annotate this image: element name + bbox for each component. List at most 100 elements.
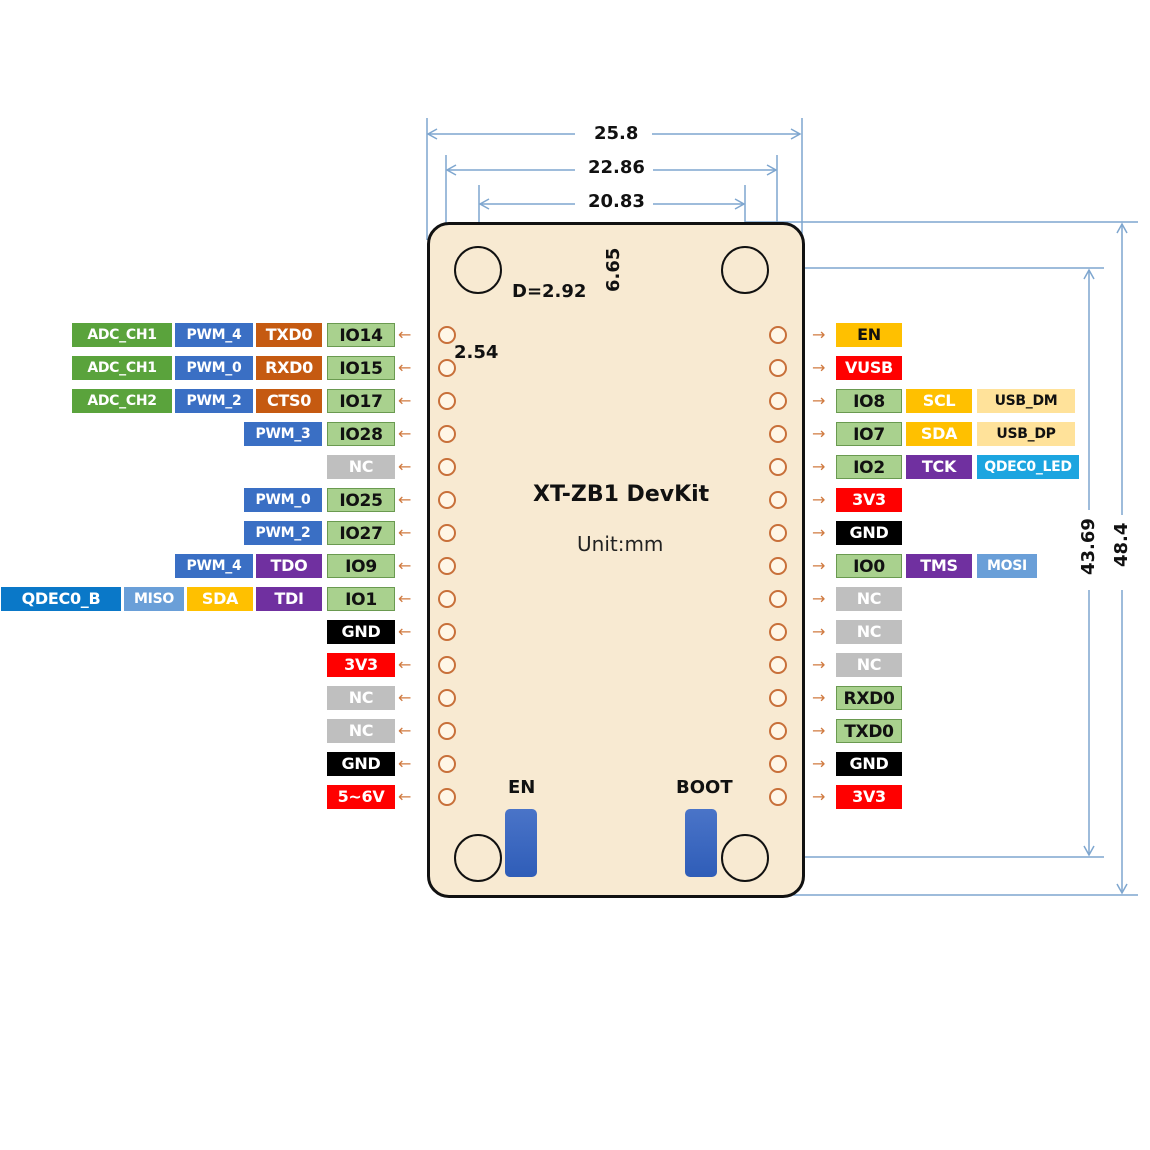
pin-function-usb-dm: USB_DM bbox=[977, 389, 1075, 413]
pin-hole bbox=[438, 491, 456, 509]
pin-label-nc[interactable]: NC bbox=[327, 455, 395, 479]
pin-hole bbox=[438, 689, 456, 707]
mounting-hole-bottom-right bbox=[721, 834, 769, 882]
pin-function-rxd0: RXD0 bbox=[256, 356, 322, 380]
mounting-hole-top-right bbox=[721, 246, 769, 294]
pin-label-io15[interactable]: IO15 bbox=[327, 356, 395, 380]
pin-label-en[interactable]: EN bbox=[836, 323, 902, 347]
arrow-right-icon: → bbox=[812, 523, 826, 542]
pin-hole bbox=[438, 326, 456, 344]
pin-function-sda: SDA bbox=[906, 422, 972, 446]
unit-label: Unit:mm bbox=[577, 532, 664, 556]
pin-hole bbox=[438, 722, 456, 740]
pin-function-tdo: TDO bbox=[256, 554, 322, 578]
arrow-left-icon: ← bbox=[398, 556, 412, 575]
pin-label-io1[interactable]: IO1 bbox=[327, 587, 395, 611]
boot-button[interactable] bbox=[685, 809, 717, 877]
pin-label-3v3[interactable]: 3V3 bbox=[327, 653, 395, 677]
pin-label-io7[interactable]: IO7 bbox=[836, 422, 902, 446]
mounting-hole-top-left bbox=[454, 246, 502, 294]
pin-hole bbox=[438, 524, 456, 542]
pin-hole bbox=[438, 392, 456, 410]
pin-hole bbox=[769, 359, 787, 377]
pin-label-rxd0[interactable]: RXD0 bbox=[836, 686, 902, 710]
pin-label-nc[interactable]: NC bbox=[836, 653, 902, 677]
pin-label-io8[interactable]: IO8 bbox=[836, 389, 902, 413]
pin-label-gnd[interactable]: GND bbox=[836, 752, 902, 776]
arrow-left-icon: ← bbox=[398, 490, 412, 509]
pin-label-io0[interactable]: IO0 bbox=[836, 554, 902, 578]
pin-label-nc[interactable]: NC bbox=[836, 587, 902, 611]
pin-hole bbox=[438, 656, 456, 674]
en-button[interactable] bbox=[505, 809, 537, 877]
arrow-right-icon: → bbox=[812, 556, 826, 575]
arrow-left-icon: ← bbox=[398, 457, 412, 476]
arrow-left-icon: ← bbox=[398, 523, 412, 542]
arrow-left-icon: ← bbox=[398, 655, 412, 674]
pin-function-sda: SDA bbox=[187, 587, 253, 611]
pin-label-gnd[interactable]: GND bbox=[836, 521, 902, 545]
pin-function-cts0: CTS0 bbox=[256, 389, 322, 413]
arrow-right-icon: → bbox=[812, 490, 826, 509]
pin-label-vusb[interactable]: VUSB bbox=[836, 356, 902, 380]
pin-hole bbox=[769, 491, 787, 509]
arrow-left-icon: ← bbox=[398, 688, 412, 707]
arrow-right-icon: → bbox=[812, 457, 826, 476]
pin-function-qdec0-b: QDEC0_B bbox=[1, 587, 121, 611]
arrow-left-icon: ← bbox=[398, 358, 412, 377]
pin-label-nc[interactable]: NC bbox=[327, 719, 395, 743]
arrow-left-icon: ← bbox=[398, 721, 412, 740]
dim-height-holes: 43.69 bbox=[1078, 510, 1099, 583]
boot-button-label: BOOT bbox=[676, 777, 733, 798]
arrow-left-icon: ← bbox=[398, 391, 412, 410]
pin-label-io17[interactable]: IO17 bbox=[327, 389, 395, 413]
pin-function-tms: TMS bbox=[906, 554, 972, 578]
arrow-right-icon: → bbox=[812, 655, 826, 674]
pin-function-scl: SCL bbox=[906, 389, 972, 413]
dim-width-holes: 22.86 bbox=[580, 157, 653, 178]
arrow-left-icon: ← bbox=[398, 754, 412, 773]
pin-label-nc[interactable]: NC bbox=[836, 620, 902, 644]
pin-hole bbox=[769, 623, 787, 641]
dim-top-offset: 6.65 bbox=[603, 247, 624, 292]
pin-label-io27[interactable]: IO27 bbox=[327, 521, 395, 545]
arrow-right-icon: → bbox=[812, 721, 826, 740]
arrow-right-icon: → bbox=[812, 688, 826, 707]
pin-function-adc-ch1: ADC_CH1 bbox=[72, 323, 172, 347]
pin-label-gnd[interactable]: GND bbox=[327, 752, 395, 776]
pin-function-pwm-2: PWM_2 bbox=[175, 389, 253, 413]
pin-label-io9[interactable]: IO9 bbox=[327, 554, 395, 578]
pin-hole bbox=[769, 458, 787, 476]
pin-hole bbox=[438, 359, 456, 377]
pin-label-gnd[interactable]: GND bbox=[327, 620, 395, 644]
arrow-right-icon: → bbox=[812, 391, 826, 410]
arrow-left-icon: ← bbox=[398, 424, 412, 443]
arrow-left-icon: ← bbox=[398, 589, 412, 608]
pin-function-txd0: TXD0 bbox=[256, 323, 322, 347]
pin-hole bbox=[769, 524, 787, 542]
pin-hole bbox=[438, 425, 456, 443]
arrow-left-icon: ← bbox=[398, 622, 412, 641]
pin-function-usb-dp: USB_DP bbox=[977, 422, 1075, 446]
dim-width-pins: 20.83 bbox=[580, 191, 653, 212]
pin-label-io28[interactable]: IO28 bbox=[327, 422, 395, 446]
pin-label-txd0[interactable]: TXD0 bbox=[836, 719, 902, 743]
arrow-left-icon: ← bbox=[398, 787, 412, 806]
pin-label-io14[interactable]: IO14 bbox=[327, 323, 395, 347]
arrow-left-icon: ← bbox=[398, 325, 412, 344]
pin-hole bbox=[769, 788, 787, 806]
pin-label-nc[interactable]: NC bbox=[327, 686, 395, 710]
pin-label-3v3[interactable]: 3V3 bbox=[836, 785, 902, 809]
pin-function-adc-ch2: ADC_CH2 bbox=[72, 389, 172, 413]
arrow-right-icon: → bbox=[812, 325, 826, 344]
pin-hole bbox=[438, 557, 456, 575]
pin-function-pwm-0: PWM_0 bbox=[244, 488, 322, 512]
pin-function-qdec0-led: QDEC0_LED bbox=[977, 455, 1079, 479]
pin-function-pwm-3: PWM_3 bbox=[244, 422, 322, 446]
pin-label-io2[interactable]: IO2 bbox=[836, 455, 902, 479]
pin-label-3v3[interactable]: 3V3 bbox=[836, 488, 902, 512]
pin-hole bbox=[438, 623, 456, 641]
pin-label-56v[interactable]: 5~6V bbox=[327, 785, 395, 809]
pin-label-io25[interactable]: IO25 bbox=[327, 488, 395, 512]
pin-function-mosi: MOSI bbox=[977, 554, 1037, 578]
